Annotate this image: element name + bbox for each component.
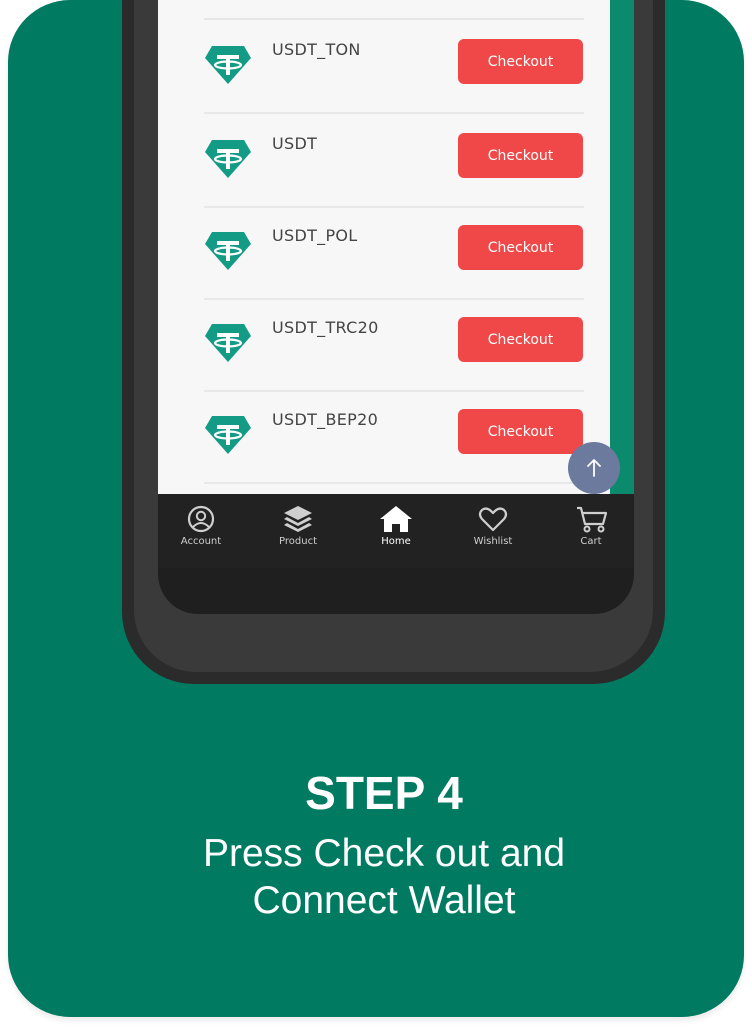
- nav-label: Product: [279, 536, 317, 547]
- bottom-nav-bar: Account Product Home Wishlist Cart: [158, 494, 634, 568]
- coin-row-usdt-pol: USDT_POL Checkout: [204, 206, 584, 300]
- coin-list-panel: USDT_TON Checkout USDT Checkout USDT_POL…: [158, 0, 620, 494]
- phone-frame: USDT_TON Checkout USDT Checkout USDT_POL…: [122, 0, 665, 684]
- tether-icon: [205, 416, 251, 454]
- phone-bezel: USDT_TON Checkout USDT Checkout USDT_POL…: [134, 0, 653, 672]
- checkout-button[interactable]: Checkout: [458, 409, 583, 454]
- screen-edge-strip: [610, 0, 634, 494]
- account-icon: [187, 505, 215, 533]
- nav-label: Wishlist: [473, 536, 513, 547]
- step-card: USDT_TON Checkout USDT Checkout USDT_POL…: [8, 0, 744, 1017]
- coin-name: USDT_BEP20: [272, 410, 379, 429]
- tether-icon: [205, 324, 251, 362]
- step-description: Press Check out and Connect Wallet: [8, 830, 744, 924]
- arrow-up-icon: [587, 459, 601, 477]
- nav-product[interactable]: Product: [258, 504, 338, 547]
- nav-label: Home: [381, 536, 411, 547]
- checkout-button[interactable]: Checkout: [458, 39, 583, 84]
- cart-icon: [577, 506, 608, 533]
- nav-label: Cart: [580, 536, 602, 547]
- coin-row-usdt-ton: USDT_TON Checkout: [204, 20, 584, 114]
- nav-label: Account: [180, 536, 222, 547]
- tether-icon: [205, 140, 251, 178]
- coin-name: USDT_TRC20: [272, 318, 379, 337]
- step-description-line-1: Press Check out and: [202, 832, 566, 875]
- step-description-line-2: Connect Wallet: [252, 879, 516, 922]
- step-title: STEP 4: [305, 767, 463, 819]
- checkout-button[interactable]: Checkout: [458, 225, 583, 270]
- home-icon: [380, 506, 412, 532]
- tether-icon: [205, 232, 251, 270]
- checkout-button[interactable]: Checkout: [458, 317, 583, 362]
- coin-name: USDT_TON: [272, 40, 361, 59]
- coin-name: USDT_POL: [272, 226, 358, 245]
- checkout-button[interactable]: Checkout: [458, 133, 583, 178]
- coin-row-usdt-bep20: USDT_BEP20 Checkout: [204, 390, 584, 484]
- coin-row-usdt-trc20: USDT_TRC20 Checkout: [204, 298, 584, 392]
- nav-home[interactable]: Home: [356, 504, 436, 547]
- layers-icon: [284, 506, 312, 532]
- nav-wishlist[interactable]: Wishlist: [453, 504, 533, 547]
- scroll-to-top-button[interactable]: [568, 442, 620, 494]
- tether-icon: [205, 46, 251, 84]
- nav-account[interactable]: Account: [161, 504, 241, 547]
- heart-icon: [478, 507, 508, 532]
- phone-screen: USDT_TON Checkout USDT Checkout USDT_POL…: [158, 0, 634, 614]
- coin-name: USDT: [272, 134, 318, 153]
- coin-row-usdt: USDT Checkout: [204, 114, 584, 208]
- nav-cart[interactable]: Cart: [551, 504, 631, 547]
